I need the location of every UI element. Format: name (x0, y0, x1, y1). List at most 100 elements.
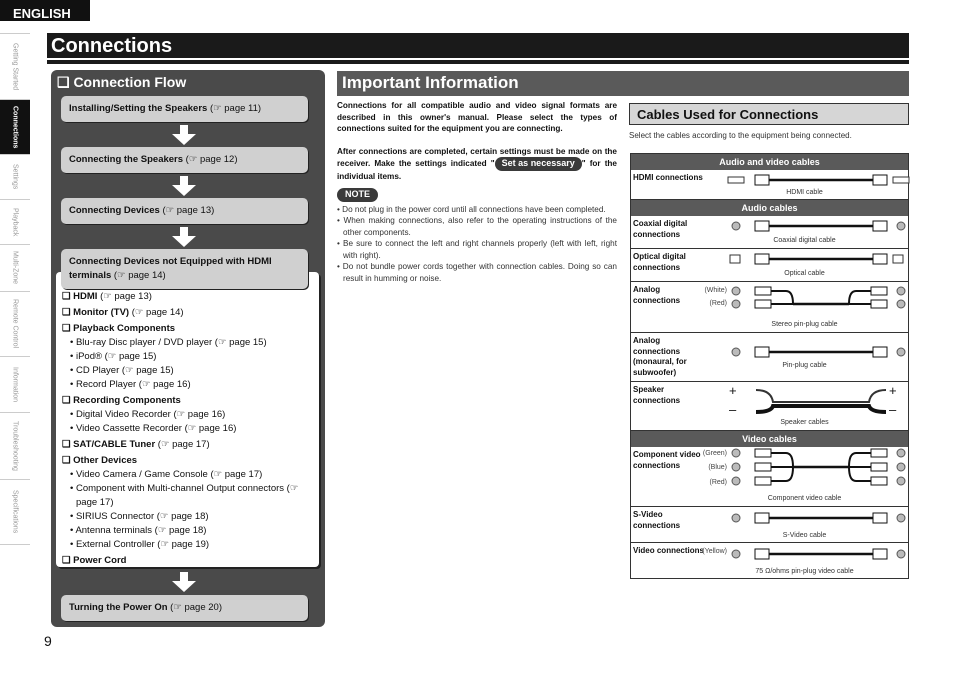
category-item: ❑ Recording Components (62, 394, 319, 408)
arrow-down-icon (172, 176, 196, 196)
color-label: (Blue) (708, 464, 727, 471)
speaker-wire-black (755, 404, 887, 414)
color-label: (White) (704, 287, 727, 294)
page-ref[interactable]: (☞ page 11) (210, 103, 261, 114)
device-item[interactable]: • External Controller (☞ page 19) (62, 538, 319, 552)
section-header: Audio and video cables (631, 154, 908, 170)
step-label: Turning the Power On (69, 602, 168, 613)
tab-label: Settings (11, 164, 19, 190)
cable-row-hdmi: HDMI connections HDMI cable (631, 170, 910, 200)
plug-icon (754, 476, 772, 486)
flow-step[interactable]: Connecting Devices (☞ page 13) (61, 198, 308, 224)
cable-line (848, 452, 871, 468)
optical-port-icon (729, 254, 741, 264)
flow-step[interactable]: Connecting Devices not Equipped with HDM… (61, 249, 308, 289)
cable-row-speaker: Speaker connections + – + – Speaker cables (631, 382, 908, 431)
cable-name: Speaker cables (780, 419, 829, 426)
row-label: Speaker connections (633, 385, 681, 405)
side-tab-specifications[interactable]: Specifications (0, 480, 30, 545)
settings-paragraph: After connections are completed, certain… (337, 146, 617, 183)
page-ref[interactable]: (☞ page 14) (132, 307, 184, 318)
tab-label: Getting Started (11, 42, 19, 91)
plug-icon (870, 286, 888, 296)
plug-icon (754, 286, 772, 296)
device-item[interactable]: • SIRIUS Connector (☞ page 18) (62, 510, 319, 524)
notes-list: • Do not plug in the power cord until al… (337, 204, 617, 285)
plus-sign: + (729, 383, 737, 398)
flow-step[interactable]: Turning the Power On (☞ page 20) (61, 595, 308, 621)
plug-icon (872, 548, 888, 560)
cable-name: Component video cable (767, 495, 842, 502)
side-tab-multi-zone[interactable]: Multi-Zone (0, 245, 30, 292)
language-tab: ENGLISH (0, 0, 90, 21)
device-item[interactable]: • Video Cassette Recorder (☞ page 16) (62, 422, 319, 436)
step-label: Connecting Devices not Equipped with HDM… (69, 256, 272, 281)
optical-port-icon (892, 254, 904, 264)
cable-row-optical: Optical digital connections Optical cable (631, 249, 908, 282)
page-ref[interactable]: (☞ page 12) (186, 154, 238, 165)
page-ref[interactable]: (☞ page 13) (162, 205, 214, 216)
color-label: (Green) (702, 450, 727, 457)
side-tab-playback[interactable]: Playback (0, 200, 30, 245)
category-label: ❑ Recording Components (62, 395, 181, 406)
plug-icon (870, 448, 888, 458)
side-tab-connections[interactable]: Connections (0, 100, 30, 155)
jack-icon (896, 462, 906, 472)
plug-icon (754, 462, 772, 472)
cable-name: 75 Ω/ohms pin-plug video cable (755, 568, 854, 575)
note-text: Do not bundle power cords together with … (342, 262, 617, 283)
cables-table: Audio and video cables HDMI connections H… (630, 153, 910, 579)
device-item[interactable]: • Digital Video Recorder (☞ page 16) (62, 408, 319, 422)
device-item[interactable]: • iPod® (☞ page 15) (62, 350, 319, 364)
plug-icon (870, 299, 888, 309)
jack-icon (896, 347, 906, 357)
page-ref[interactable]: (☞ page 13) (100, 291, 152, 302)
cable-line (771, 466, 794, 482)
side-tab-information[interactable]: Information (0, 357, 30, 413)
category-item: ❑ Playback Components (62, 322, 319, 336)
jack-icon (896, 513, 906, 523)
jack-icon (731, 448, 741, 458)
title-underline (47, 60, 909, 64)
flow-step[interactable]: Connecting the Speakers (☞ page 12) (61, 147, 308, 173)
cable-name: Pin-plug cable (782, 362, 827, 369)
jack-icon (896, 221, 906, 231)
plug-icon (754, 174, 770, 186)
page-ref[interactable]: (☞ page 17) (158, 439, 210, 450)
important-information-body: Connections for all compatible audio and… (337, 100, 617, 284)
side-tab-troubleshooting[interactable]: Troubleshooting (0, 413, 30, 480)
plug-icon (754, 548, 770, 560)
category-label: ❑ Monitor (TV) (62, 307, 130, 318)
plus-sign: + (889, 383, 897, 398)
section-header: Audio cables (631, 200, 908, 216)
device-item[interactable]: • Component with Multi-channel Output co… (62, 482, 319, 510)
side-tabs: Getting Started Connections Settings Pla… (0, 33, 30, 545)
page-ref[interactable]: (☞ page 14) (114, 270, 166, 281)
row-label: Analog connections (monaural, for subwoo… (633, 336, 687, 377)
jack-icon (896, 299, 906, 309)
flow-step[interactable]: Installing/Setting the Speakers (☞ page … (61, 96, 308, 122)
category-item: ❑ Monitor (TV) (☞ page 14) (62, 306, 319, 320)
cable-row-mono: Analog connections (monaural, for subwoo… (631, 333, 908, 382)
side-tab-remote-control[interactable]: Remote Control (0, 292, 30, 357)
side-tab-settings[interactable]: Settings (0, 155, 30, 200)
device-item[interactable]: • Video Camera / Game Console (☞ page 17… (62, 468, 319, 482)
tab-label: Specifications (11, 490, 19, 534)
page-ref[interactable]: (☞ page 20) (170, 602, 222, 613)
side-tab-getting-started[interactable]: Getting Started (0, 33, 30, 100)
jack-icon (731, 299, 741, 309)
device-item[interactable]: • Record Player (☞ page 16) (62, 378, 319, 392)
cable-line (848, 466, 871, 482)
category-label: ❑ SAT/CABLE Tuner (62, 439, 156, 450)
device-item[interactable]: • Blu-ray Disc player / DVD player (☞ pa… (62, 336, 319, 350)
cable-row-coaxial: Coaxial digital connections Coaxial digit… (631, 216, 908, 249)
arrow-down-icon (172, 572, 196, 592)
step-label: Connecting the Speakers (69, 154, 184, 165)
category-item: ❑ SAT/CABLE Tuner (☞ page 17) (62, 438, 319, 452)
page-number: 9 (44, 633, 52, 649)
cable-name: HDMI cable (786, 189, 823, 196)
device-item[interactable]: • Antenna terminals (☞ page 18) (62, 524, 319, 538)
cable-row-svideo: S-Video connections S-Video cable (631, 507, 908, 543)
device-item[interactable]: • CD Player (☞ page 15) (62, 364, 319, 378)
section-header: Video cables (631, 431, 908, 447)
